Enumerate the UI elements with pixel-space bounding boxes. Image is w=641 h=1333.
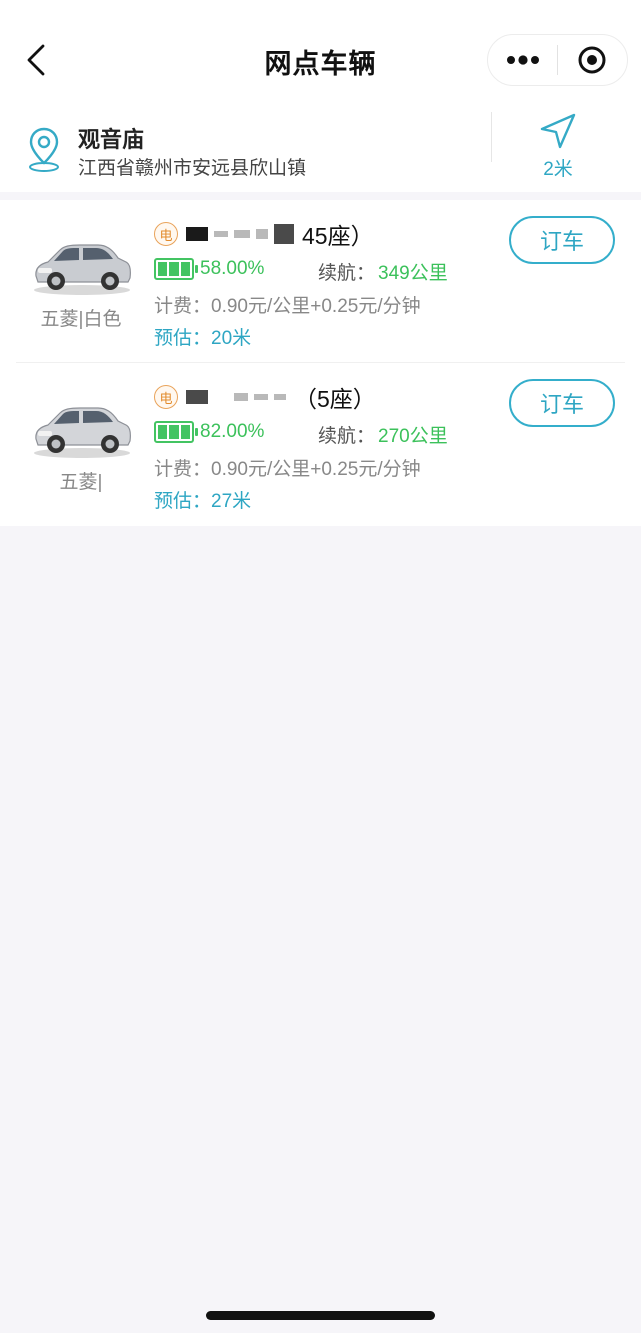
mini-program-capsule bbox=[487, 34, 628, 86]
battery-percent: 82.00% bbox=[200, 421, 265, 442]
car-card[interactable]: 五菱|白色 电 45座） 58.00% 续航： 349公里 计费：0.90元/公… bbox=[0, 200, 641, 363]
seat-count: （5座） bbox=[294, 386, 376, 412]
car-icon bbox=[34, 244, 131, 295]
close-button[interactable] bbox=[558, 35, 627, 85]
ev-badge: 电 bbox=[154, 385, 178, 409]
fee-text: 计费：0.90元/公里+0.25元/分钟 bbox=[154, 296, 421, 317]
location-pin-icon bbox=[29, 127, 59, 172]
range-value: 270公里 bbox=[378, 426, 448, 447]
eta-text: 预估：20米 bbox=[154, 328, 252, 349]
plate-redacted bbox=[186, 390, 286, 404]
car-brand: 五菱| bbox=[59, 472, 103, 493]
car-list: 五菱|白色 电 45座） 58.00% 续航： 349公里 计费：0.90元/公… bbox=[0, 200, 641, 526]
car-title: 电 45座） bbox=[154, 218, 374, 250]
battery-icon bbox=[154, 258, 198, 280]
battery-percent: 58.00% bbox=[200, 258, 265, 279]
navigation-arrow-icon bbox=[540, 113, 576, 149]
station-distance: 2米 bbox=[543, 159, 573, 180]
range-label: 续航： bbox=[318, 426, 376, 447]
navigate-button[interactable]: 2米 bbox=[520, 112, 596, 182]
plate-redacted bbox=[186, 224, 294, 244]
page: 网点车辆 观音庙 江西省赣州市安远县欣山镇 2米 五菱|白色 电 45座） 58… bbox=[0, 0, 641, 1333]
order-button[interactable]: 订车 bbox=[509, 379, 615, 427]
range-label: 续航： bbox=[318, 263, 376, 284]
battery-row: 82.00% bbox=[154, 421, 264, 443]
station-address: 江西省赣州市安远县欣山镇 bbox=[78, 158, 307, 179]
car-icon bbox=[34, 407, 131, 458]
target-circle-icon bbox=[578, 46, 606, 74]
seat-count: 45座） bbox=[302, 223, 374, 249]
more-button[interactable] bbox=[488, 35, 557, 85]
car-title: 电 （5座） bbox=[154, 381, 376, 413]
location-divider bbox=[491, 112, 492, 162]
battery-row: 58.00% bbox=[154, 258, 264, 280]
more-dots-icon bbox=[506, 55, 539, 65]
range-value: 349公里 bbox=[378, 263, 448, 284]
car-card[interactable]: 五菱| 电 （5座） 82.00% 续航： 270公里 计费：0.90元/公里+… bbox=[0, 363, 641, 526]
battery-icon bbox=[154, 421, 198, 443]
eta-text: 预估：27米 bbox=[154, 491, 252, 512]
home-indicator[interactable] bbox=[206, 1311, 435, 1320]
fee-text: 计费：0.90元/公里+0.25元/分钟 bbox=[154, 459, 421, 480]
order-button[interactable]: 订车 bbox=[509, 216, 615, 264]
ev-badge: 电 bbox=[154, 222, 178, 246]
station-name: 观音庙 bbox=[78, 127, 145, 152]
navbar: 网点车辆 bbox=[0, 0, 641, 108]
car-brand: 五菱|白色 bbox=[40, 309, 122, 330]
location-bar: 观音庙 江西省赣州市安远县欣山镇 2米 bbox=[0, 108, 641, 192]
